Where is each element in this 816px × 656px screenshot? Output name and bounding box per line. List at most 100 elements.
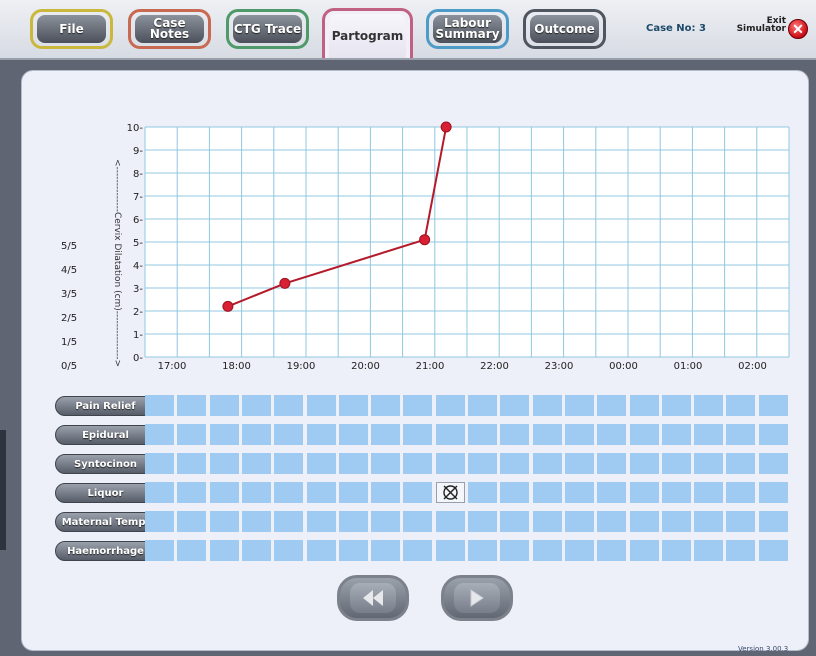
grid-cell[interactable]	[306, 511, 336, 532]
grid-cell[interactable]	[274, 511, 304, 532]
grid-cell[interactable]	[241, 482, 271, 503]
grid-cell[interactable]	[726, 511, 756, 532]
grid-cell[interactable]	[500, 395, 530, 416]
grid-cell[interactable]	[758, 511, 788, 532]
grid-cell[interactable]	[241, 453, 271, 474]
grid-cell[interactable]	[209, 453, 239, 474]
grid-cell[interactable]	[661, 540, 691, 561]
grid-cell[interactable]	[274, 540, 304, 561]
grid-cell[interactable]	[209, 511, 239, 532]
tab-labour-summary[interactable]: Labour Summary	[426, 9, 509, 49]
grid-cell[interactable]	[209, 482, 239, 503]
next-button[interactable]	[441, 575, 513, 621]
grid-cell[interactable]	[306, 395, 336, 416]
grid-cell[interactable]	[597, 482, 627, 503]
row-label-syntocinon[interactable]: Syntocinon	[55, 454, 156, 474]
tab-case-notes[interactable]: Case Notes	[128, 9, 211, 49]
grid-cell[interactable]	[338, 424, 368, 445]
grid-cell[interactable]	[371, 424, 401, 445]
grid-cell[interactable]	[338, 540, 368, 561]
grid-cell[interactable]	[694, 540, 724, 561]
grid-cell[interactable]	[371, 453, 401, 474]
grid-cell[interactable]	[371, 540, 401, 561]
grid-cell[interactable]	[468, 453, 497, 474]
row-label-epidural[interactable]: Epidural	[55, 425, 156, 445]
grid-cell[interactable]	[694, 453, 724, 474]
grid-cell[interactable]	[597, 395, 627, 416]
grid-cell[interactable]	[177, 482, 207, 503]
grid-cell[interactable]	[758, 453, 788, 474]
grid-cell[interactable]	[500, 424, 530, 445]
grid-cell[interactable]	[209, 540, 239, 561]
grid-cell[interactable]	[694, 511, 724, 532]
grid-cell[interactable]	[597, 540, 627, 561]
grid-cell[interactable]	[726, 540, 756, 561]
grid-cell[interactable]	[177, 511, 207, 532]
grid-cell[interactable]	[145, 453, 174, 474]
grid-cell[interactable]	[145, 424, 174, 445]
grid-cell[interactable]	[532, 540, 562, 561]
grid-cell[interactable]	[564, 395, 594, 416]
grid-cell[interactable]	[306, 482, 336, 503]
grid-cell[interactable]	[597, 511, 627, 532]
grid-cell[interactable]	[726, 453, 756, 474]
tab-outcome[interactable]: Outcome	[523, 9, 606, 49]
grid-cell[interactable]	[694, 482, 724, 503]
grid-cell[interactable]	[241, 395, 271, 416]
grid-cell[interactable]	[145, 540, 174, 561]
grid-cell[interactable]	[661, 395, 691, 416]
grid-cell[interactable]	[338, 453, 368, 474]
grid-cell[interactable]	[403, 540, 433, 561]
grid-cell[interactable]	[661, 482, 691, 503]
grid-cell[interactable]	[532, 395, 562, 416]
grid-cell[interactable]	[403, 424, 433, 445]
grid-cell[interactable]	[403, 453, 433, 474]
grid-cell[interactable]	[661, 511, 691, 532]
grid-cell[interactable]	[338, 511, 368, 532]
grid-cell[interactable]	[564, 482, 594, 503]
grid-cell[interactable]	[274, 482, 304, 503]
grid-cell[interactable]	[726, 482, 756, 503]
grid-cell[interactable]	[694, 395, 724, 416]
tab-ctg-trace[interactable]: CTG Trace	[226, 9, 309, 49]
grid-cell[interactable]	[306, 540, 336, 561]
grid-cell[interactable]	[338, 482, 368, 503]
previous-button[interactable]	[337, 575, 409, 621]
grid-cell[interactable]	[629, 453, 659, 474]
grid-cell[interactable]	[145, 395, 174, 416]
grid-cell[interactable]	[500, 453, 530, 474]
grid-cell[interactable]	[177, 424, 207, 445]
grid-cell[interactable]	[564, 511, 594, 532]
grid-cell[interactable]	[435, 395, 465, 416]
grid-cell[interactable]	[306, 424, 336, 445]
grid-cell[interactable]	[532, 424, 562, 445]
grid-cell[interactable]	[629, 511, 659, 532]
grid-cell[interactable]	[371, 511, 401, 532]
grid-cell[interactable]	[371, 482, 401, 503]
grid-cell[interactable]	[564, 424, 594, 445]
row-label-maternal-temp[interactable]: Maternal Temp.	[55, 512, 156, 532]
grid-cell[interactable]	[758, 540, 788, 561]
grid-cell[interactable]	[274, 453, 304, 474]
grid-cell[interactable]	[564, 453, 594, 474]
grid-cell[interactable]	[209, 424, 239, 445]
grid-cell[interactable]	[274, 424, 304, 445]
grid-cell[interactable]	[145, 482, 174, 503]
grid-cell[interactable]	[726, 424, 756, 445]
row-label-liquor[interactable]: Liquor	[55, 483, 156, 503]
grid-cell[interactable]	[661, 424, 691, 445]
grid-cell[interactable]	[468, 482, 497, 503]
grid-cell[interactable]	[338, 395, 368, 416]
grid-cell[interactable]	[435, 424, 465, 445]
grid-cell[interactable]	[403, 395, 433, 416]
grid-cell[interactable]	[403, 511, 433, 532]
grid-cell[interactable]	[468, 395, 497, 416]
grid-cell[interactable]	[145, 511, 174, 532]
grid-cell[interactable]	[241, 540, 271, 561]
grid-cell[interactable]	[468, 424, 497, 445]
grid-cell[interactable]	[177, 453, 207, 474]
grid-cell[interactable]	[435, 540, 465, 561]
grid-cell[interactable]	[371, 395, 401, 416]
grid-cell[interactable]	[629, 395, 659, 416]
tab-file[interactable]: File	[30, 9, 113, 49]
